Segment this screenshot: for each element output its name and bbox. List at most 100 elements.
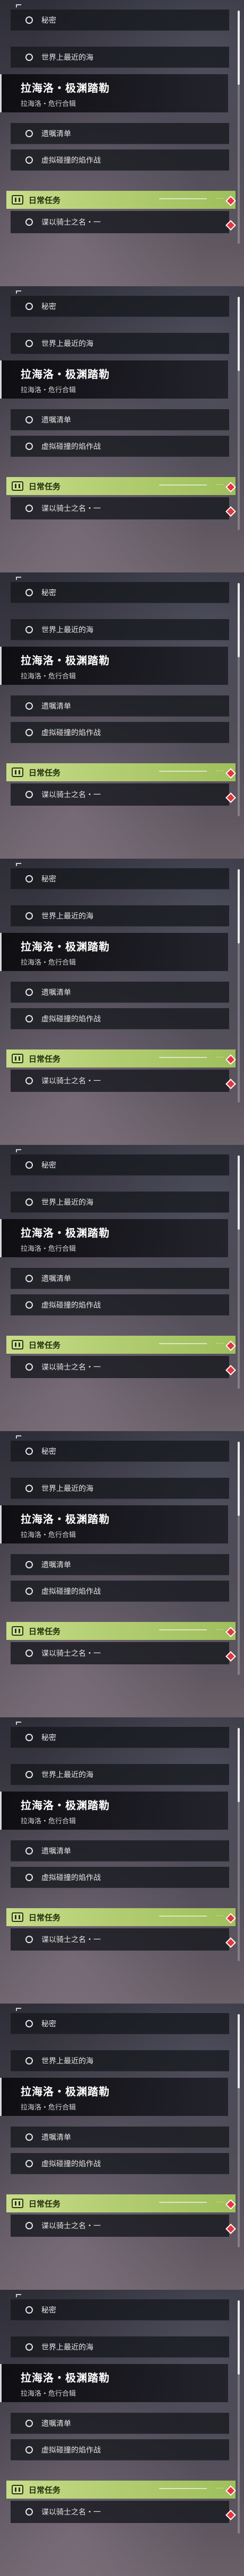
quest-item-secret[interactable]: 秘密: [11, 10, 229, 31]
calendar-icon: [12, 1054, 23, 1063]
quest-item-virtual-operation[interactable]: 虚拟碰撞的焰作战: [11, 436, 229, 457]
quest-item-nearest-sea[interactable]: 世界上最近的海: [11, 905, 229, 927]
quest-item-virtual-operation[interactable]: 虚拟碰撞的焰作战: [11, 1008, 229, 1029]
quest-item-virtual-operation[interactable]: 虚拟碰撞的焰作战: [11, 1867, 229, 1888]
quest-panel-frame: 秘密 世界上最近的海 拉海洛・极渊踏勒 拉海洛・危行合辑 遗嘱清单 虚拟碰撞的焰…: [0, 859, 244, 1145]
status-ring-icon: [25, 1077, 33, 1084]
quest-item-nearest-sea[interactable]: 世界上最近的海: [11, 333, 229, 354]
status-ring-icon: [25, 1873, 33, 1881]
quest-item-secret[interactable]: 秘密: [11, 582, 229, 603]
quest-item-label: 秘密: [41, 875, 56, 884]
quest-item-label: 秘密: [41, 16, 56, 25]
quest-panel-frame: 秘密 世界上最近的海 拉海洛・极渊踏勒 拉海洛・危行合辑 遗嘱清单 虚拟碰撞的焰…: [0, 1717, 244, 2004]
daily-quests-header[interactable]: 日常任务 ····: [6, 2194, 236, 2212]
quest-item-will-list[interactable]: 遗嘱清单: [11, 2127, 229, 2148]
region-header[interactable]: 拉海洛・极渊踏勒 拉海洛・危行合辑: [0, 647, 228, 685]
daily-task-item[interactable]: 谍以骑士之名・一: [11, 1928, 229, 1951]
daily-task-item[interactable]: 谍以骑士之名・一: [11, 211, 229, 233]
daily-task-item[interactable]: 谍以骑士之名・一: [11, 1356, 229, 1378]
region-header[interactable]: 拉海洛・极渊踏勒 拉海洛・危行合辑: [0, 1219, 228, 1257]
daily-quests-header[interactable]: 日常任务 ····: [6, 2481, 236, 2499]
daily-task-item[interactable]: 谍以骑士之名・一: [11, 783, 229, 806]
quest-item-virtual-operation[interactable]: 虚拟碰撞的焰作战: [11, 2153, 229, 2174]
quest-item-label: 秘密: [41, 1161, 56, 1170]
quest-item-label: 秘密: [41, 588, 56, 597]
scrollbar-thumb[interactable]: [238, 1155, 240, 1230]
daily-task-item[interactable]: 谍以骑士之名・一: [11, 1642, 229, 1664]
region-header[interactable]: 拉海洛・极渊踏勒 拉海洛・危行合辑: [0, 360, 228, 399]
quest-item-label: 世界上最近的海: [41, 2343, 93, 2352]
daily-quests-header[interactable]: 日常任务 ····: [6, 1622, 236, 1640]
scrollbar-thumb[interactable]: [238, 1442, 240, 1516]
region-header[interactable]: 拉海洛・极渊踏勒 拉海洛・危行合辑: [0, 2364, 228, 2402]
quest-item-will-list[interactable]: 遗嘱清单: [11, 1840, 229, 1862]
region-title: 拉海洛・极渊踏勒: [21, 1513, 110, 1525]
quest-item-nearest-sea[interactable]: 世界上最近的海: [11, 47, 229, 68]
quest-item-nearest-sea[interactable]: 世界上最近的海: [11, 1192, 229, 1213]
scrollbar-thumb[interactable]: [238, 869, 240, 943]
quest-item-will-list[interactable]: 遗嘱清单: [11, 123, 229, 144]
quest-item-label: 世界上最近的海: [41, 1198, 93, 1207]
quest-item-label: 遗嘱清单: [41, 702, 71, 711]
quest-item-will-list[interactable]: 遗嘱清单: [11, 2413, 229, 2434]
quest-item-will-list[interactable]: 遗嘱清单: [11, 695, 229, 717]
quest-item-will-list[interactable]: 遗嘱清单: [11, 1554, 229, 1575]
daily-task-item[interactable]: 谍以骑士之名・一: [11, 2501, 229, 2523]
header-dots: ····: [216, 1055, 225, 1061]
quest-item-label: 遗嘱清单: [41, 1274, 71, 1283]
quest-item-virtual-operation[interactable]: 虚拟碰撞的焰作战: [11, 722, 229, 743]
scrollbar-thumb[interactable]: [238, 2300, 240, 2375]
quest-item-secret[interactable]: 秘密: [11, 2299, 229, 2321]
quest-item-nearest-sea[interactable]: 世界上最近的海: [11, 619, 229, 640]
quest-item-virtual-operation[interactable]: 虚拟碰撞的焰作战: [11, 2439, 229, 2460]
status-ring-icon: [25, 1198, 33, 1206]
scrollbar-thumb[interactable]: [238, 1728, 240, 1802]
quest-item-secret[interactable]: 秘密: [11, 868, 229, 889]
daily-quests-header[interactable]: 日常任务 ····: [6, 1908, 236, 1926]
daily-task-label: 谍以骑士之名・一: [41, 2508, 101, 2517]
region-header[interactable]: 拉海洛・极渊踏勒 拉海洛・危行合辑: [0, 1792, 228, 1830]
daily-quests-header[interactable]: 日常任务 ····: [6, 477, 236, 495]
quest-list-panel: 秘密 世界上最近的海 拉海洛・极渊踏勒 拉海洛・危行合辑 遗嘱清单 虚拟碰撞的焰…: [0, 1145, 244, 1431]
quest-item-nearest-sea[interactable]: 世界上最近的海: [11, 1478, 229, 1499]
quest-item-will-list[interactable]: 遗嘱清单: [11, 409, 229, 430]
quest-item-secret[interactable]: 秘密: [11, 296, 229, 317]
quest-item-label: 世界上最近的海: [41, 625, 93, 634]
quest-item-will-list[interactable]: 遗嘱清单: [11, 982, 229, 1003]
daily-quests-header[interactable]: 日常任务 ····: [6, 1049, 236, 1068]
daily-quests-header[interactable]: 日常任务 ····: [6, 763, 236, 781]
scrollbar-thumb[interactable]: [238, 583, 240, 657]
daily-task-item[interactable]: 谍以骑士之名・一: [11, 2215, 229, 2237]
region-header[interactable]: 拉海洛・极渊踏勒 拉海洛・危行合辑: [0, 1505, 228, 1543]
quest-item-will-list[interactable]: 遗嘱清单: [11, 1268, 229, 1289]
quest-item-secret[interactable]: 秘密: [11, 2013, 229, 2034]
quest-item-secret[interactable]: 秘密: [11, 1441, 229, 1462]
quest-item-label: 虚拟碰撞的焰作战: [41, 442, 101, 451]
quest-item-virtual-operation[interactable]: 虚拟碰撞的焰作战: [11, 149, 229, 171]
region-header[interactable]: 拉海洛・极渊踏勒 拉海洛・危行合辑: [0, 2078, 228, 2116]
status-ring-icon: [25, 2419, 33, 2427]
scrollbar-thumb[interactable]: [238, 11, 240, 85]
status-ring-icon: [25, 505, 33, 512]
quest-item-nearest-sea[interactable]: 世界上最近的海: [11, 1764, 229, 1785]
scrollbar-thumb[interactable]: [238, 2014, 240, 2088]
quest-item-secret[interactable]: 秘密: [11, 1727, 229, 1748]
calendar-icon: [12, 481, 23, 491]
daily-quests-header[interactable]: 日常任务 ····: [6, 1336, 236, 1354]
quest-item-nearest-sea[interactable]: 世界上最近的海: [11, 2050, 229, 2071]
quest-item-virtual-operation[interactable]: 虚拟碰撞的焰作战: [11, 1294, 229, 1316]
scrollbar-thumb[interactable]: [238, 297, 240, 371]
header-dots: ····: [216, 482, 225, 488]
daily-quests-header[interactable]: 日常任务 ····: [6, 191, 236, 209]
quest-item-virtual-operation[interactable]: 虚拟碰撞的焰作战: [11, 1581, 229, 1602]
quest-item-nearest-sea[interactable]: 世界上最近的海: [11, 2336, 229, 2358]
daily-task-item[interactable]: 谍以骑士之名・一: [11, 1070, 229, 1092]
quest-item-secret[interactable]: 秘密: [11, 1154, 229, 1176]
daily-task-label: 谍以骑士之名・一: [41, 1649, 101, 1658]
header-dots: ····: [216, 1341, 225, 1347]
status-ring-icon: [25, 2343, 33, 2351]
quest-panel-frame: 秘密 世界上最近的海 拉海洛・极渊踏勒 拉海洛・危行合辑 遗嘱清单 虚拟碰撞的焰…: [0, 1145, 244, 1431]
region-header[interactable]: 拉海洛・极渊踏勒 拉海洛・危行合辑: [0, 74, 228, 112]
daily-task-item[interactable]: 谍以骑士之名・一: [11, 497, 229, 519]
region-header[interactable]: 拉海洛・极渊踏勒 拉海洛・危行合辑: [0, 933, 228, 971]
